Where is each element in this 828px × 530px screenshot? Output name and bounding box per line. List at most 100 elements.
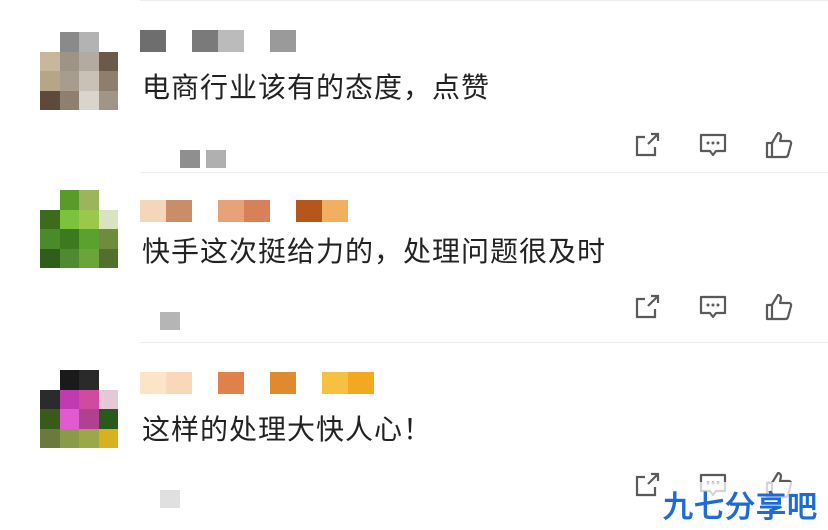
avatar-pixel: [59, 428, 79, 448]
avatar-pixel: [98, 190, 118, 210]
avatar-pixel: [40, 190, 60, 210]
divider: [140, 342, 828, 343]
avatar-pixel: [40, 90, 60, 110]
avatar-pixel: [98, 90, 118, 110]
avatar-pixel: [40, 389, 60, 409]
comment-icon: [699, 133, 727, 157]
avatar-pixel: [98, 409, 118, 429]
avatar-pixel: [98, 209, 118, 229]
username-pixel: [244, 372, 270, 394]
avatar[interactable]: [40, 190, 118, 268]
share-button[interactable]: [630, 290, 664, 324]
username-pixel: [270, 372, 296, 394]
username-pixel: [192, 372, 218, 394]
avatar-pixel: [59, 209, 79, 229]
reply-button[interactable]: [696, 290, 730, 324]
comment-list-page: 电商行业该有的态度，点赞 快手这次挺给力的，处理问题很及时 这样的处理大快人心！…: [0, 0, 828, 530]
avatar-pixel: [79, 389, 99, 409]
avatar-pixel: [40, 51, 60, 71]
comment-meta: [160, 490, 180, 508]
comment-actions: [630, 290, 796, 324]
like-icon: [765, 293, 793, 321]
avatar-pixel: [98, 248, 118, 268]
comment-meta: [160, 312, 180, 330]
username-pixel: [140, 372, 166, 394]
username-pixel: [244, 200, 270, 222]
avatar-pixel: [40, 229, 60, 249]
username-pixel: [296, 200, 322, 222]
like-icon: [765, 131, 793, 159]
reply-button[interactable]: [696, 128, 730, 162]
avatar-pixel: [59, 248, 79, 268]
avatar-pixel: [40, 32, 60, 52]
username-pixel: [166, 200, 192, 222]
avatar[interactable]: [40, 32, 118, 110]
avatar-pixel: [40, 209, 60, 229]
comment-meta: [180, 150, 226, 168]
avatar-pixel: [59, 71, 79, 91]
avatar-pixel: [98, 32, 118, 52]
username-pixel: [322, 372, 348, 394]
avatar-pixel: [98, 71, 118, 91]
share-button[interactable]: [630, 128, 664, 162]
avatar-pixel: [98, 229, 118, 249]
comment-actions: [630, 128, 796, 162]
username-pixel: [244, 30, 270, 52]
avatar[interactable]: [40, 370, 118, 448]
username-pixel: [192, 30, 218, 52]
meta-pixel: [160, 490, 180, 508]
avatar-pixel: [98, 428, 118, 448]
avatar-pixel: [40, 428, 60, 448]
meta-pixel: [206, 150, 226, 168]
username-pixel: [218, 200, 244, 222]
avatar-pixel: [79, 209, 99, 229]
avatar-pixel: [40, 248, 60, 268]
avatar-pixel: [59, 229, 79, 249]
username-pixel: [270, 30, 296, 52]
avatar-pixel: [79, 428, 99, 448]
meta-pixel: [160, 312, 180, 330]
username-pixel: [166, 372, 192, 394]
avatar-pixel: [79, 190, 99, 210]
username[interactable]: [140, 200, 348, 222]
avatar-pixel: [79, 229, 99, 249]
avatar-pixel: [79, 71, 99, 91]
like-button[interactable]: [762, 128, 796, 162]
avatar-pixel: [59, 190, 79, 210]
username-pixel: [140, 30, 166, 52]
avatar-pixel: [59, 370, 79, 390]
avatar-pixel: [40, 71, 60, 91]
username-pixel: [270, 200, 296, 222]
username-pixel: [296, 372, 322, 394]
watermark: 九七分享吧: [659, 482, 822, 526]
avatar-pixel: [98, 389, 118, 409]
avatar-pixel: [79, 32, 99, 52]
avatar-pixel: [59, 51, 79, 71]
avatar-pixel: [98, 370, 118, 390]
username[interactable]: [140, 372, 374, 394]
divider: [140, 0, 828, 1]
share-icon: [635, 294, 660, 319]
comment-text: 快手这次挺给力的，处理问题很及时: [142, 235, 607, 268]
meta-pixel: [180, 150, 200, 168]
avatar-pixel: [79, 90, 99, 110]
comment-text: 电商行业该有的态度，点赞: [142, 71, 491, 104]
avatar-pixel: [79, 370, 99, 390]
avatar-pixel: [59, 32, 79, 52]
username-pixel: [140, 200, 166, 222]
share-icon: [635, 132, 660, 157]
username-pixel: [166, 30, 192, 52]
avatar-pixel: [79, 409, 99, 429]
avatar-pixel: [59, 90, 79, 110]
avatar-pixel: [40, 370, 60, 390]
username-pixel: [218, 372, 244, 394]
username-pixel: [192, 200, 218, 222]
avatar-pixel: [98, 51, 118, 71]
divider: [140, 172, 828, 173]
like-button[interactable]: [762, 290, 796, 324]
username-pixel: [218, 30, 244, 52]
username[interactable]: [140, 30, 296, 52]
avatar-pixel: [59, 409, 79, 429]
comment-text: 这样的处理大快人心！: [142, 413, 433, 446]
username-pixel: [348, 372, 374, 394]
